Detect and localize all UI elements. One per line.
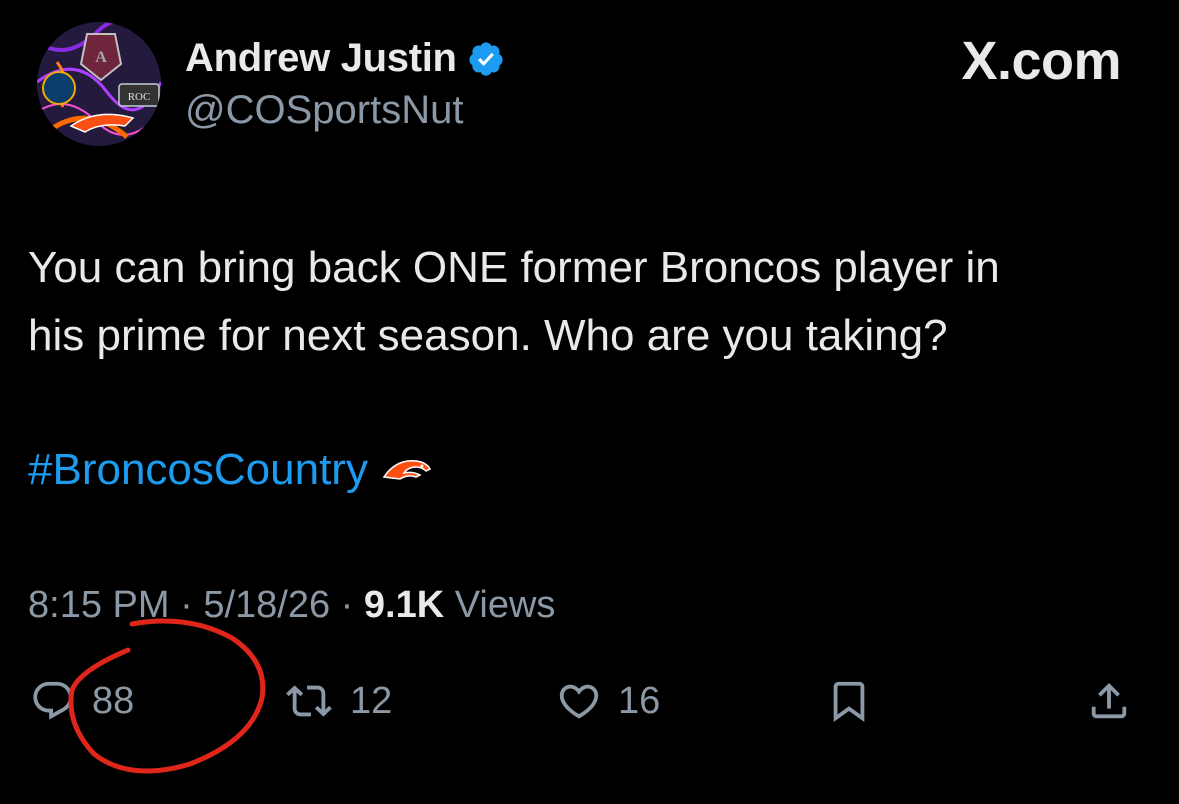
share-button[interactable] [1086,678,1132,724]
broncos-emoji-icon [382,460,431,480]
reply-icon [33,681,73,720]
repost-icon [286,685,332,717]
hashtag-row: #BroncosCountry [28,440,432,500]
reply-button[interactable]: 88 [30,678,134,724]
reply-count: 88 [92,679,135,722]
brand-watermark: X.com [961,31,1121,91]
svg-text:A: A [95,49,107,66]
repost-count: 12 [350,679,393,722]
tweet-time[interactable]: 8:15 PM [28,584,170,626]
views-label: Views [454,584,556,626]
avatar[interactable]: A ROC [37,22,161,146]
tweet-text: You can bring back ONE former Broncos pl… [28,234,1168,370]
name-row: Andrew Justin [185,36,505,81]
tweet-line-1: You can bring back ONE former Broncos pl… [28,243,1000,292]
like-button[interactable]: 16 [556,678,660,724]
hashtag-link[interactable]: #BroncosCountry [28,440,368,500]
meta-separator: · [180,584,193,626]
display-name[interactable]: Andrew Justin [185,36,457,81]
avatar-logo-text: ROC [128,91,151,103]
verified-badge-icon [469,41,503,76]
repost-button[interactable]: 12 [284,678,392,724]
tweet-date[interactable]: 5/18/26 [203,584,330,626]
share-icon [1091,682,1127,719]
meta-separator: · [340,584,354,626]
tweet-meta: 8:15 PM · 5/18/26 · 9.1K Views [28,584,555,627]
views-count: 9.1K [363,584,445,626]
like-count: 16 [618,679,661,722]
tweet-line-2: his prime for next season. Who are you t… [28,311,948,360]
bookmark-button[interactable] [826,678,872,724]
user-handle[interactable]: @COSportsNut [185,88,463,133]
bookmark-icon [833,681,865,722]
heart-icon [559,684,599,719]
